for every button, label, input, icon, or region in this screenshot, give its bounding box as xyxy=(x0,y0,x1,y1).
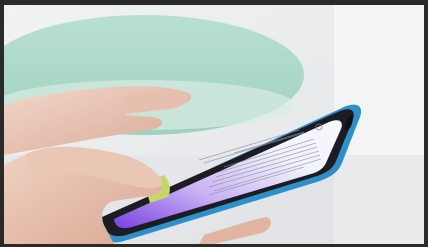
photo-frame xyxy=(0,0,428,247)
photo xyxy=(4,5,424,244)
photo-illustration xyxy=(4,5,424,244)
